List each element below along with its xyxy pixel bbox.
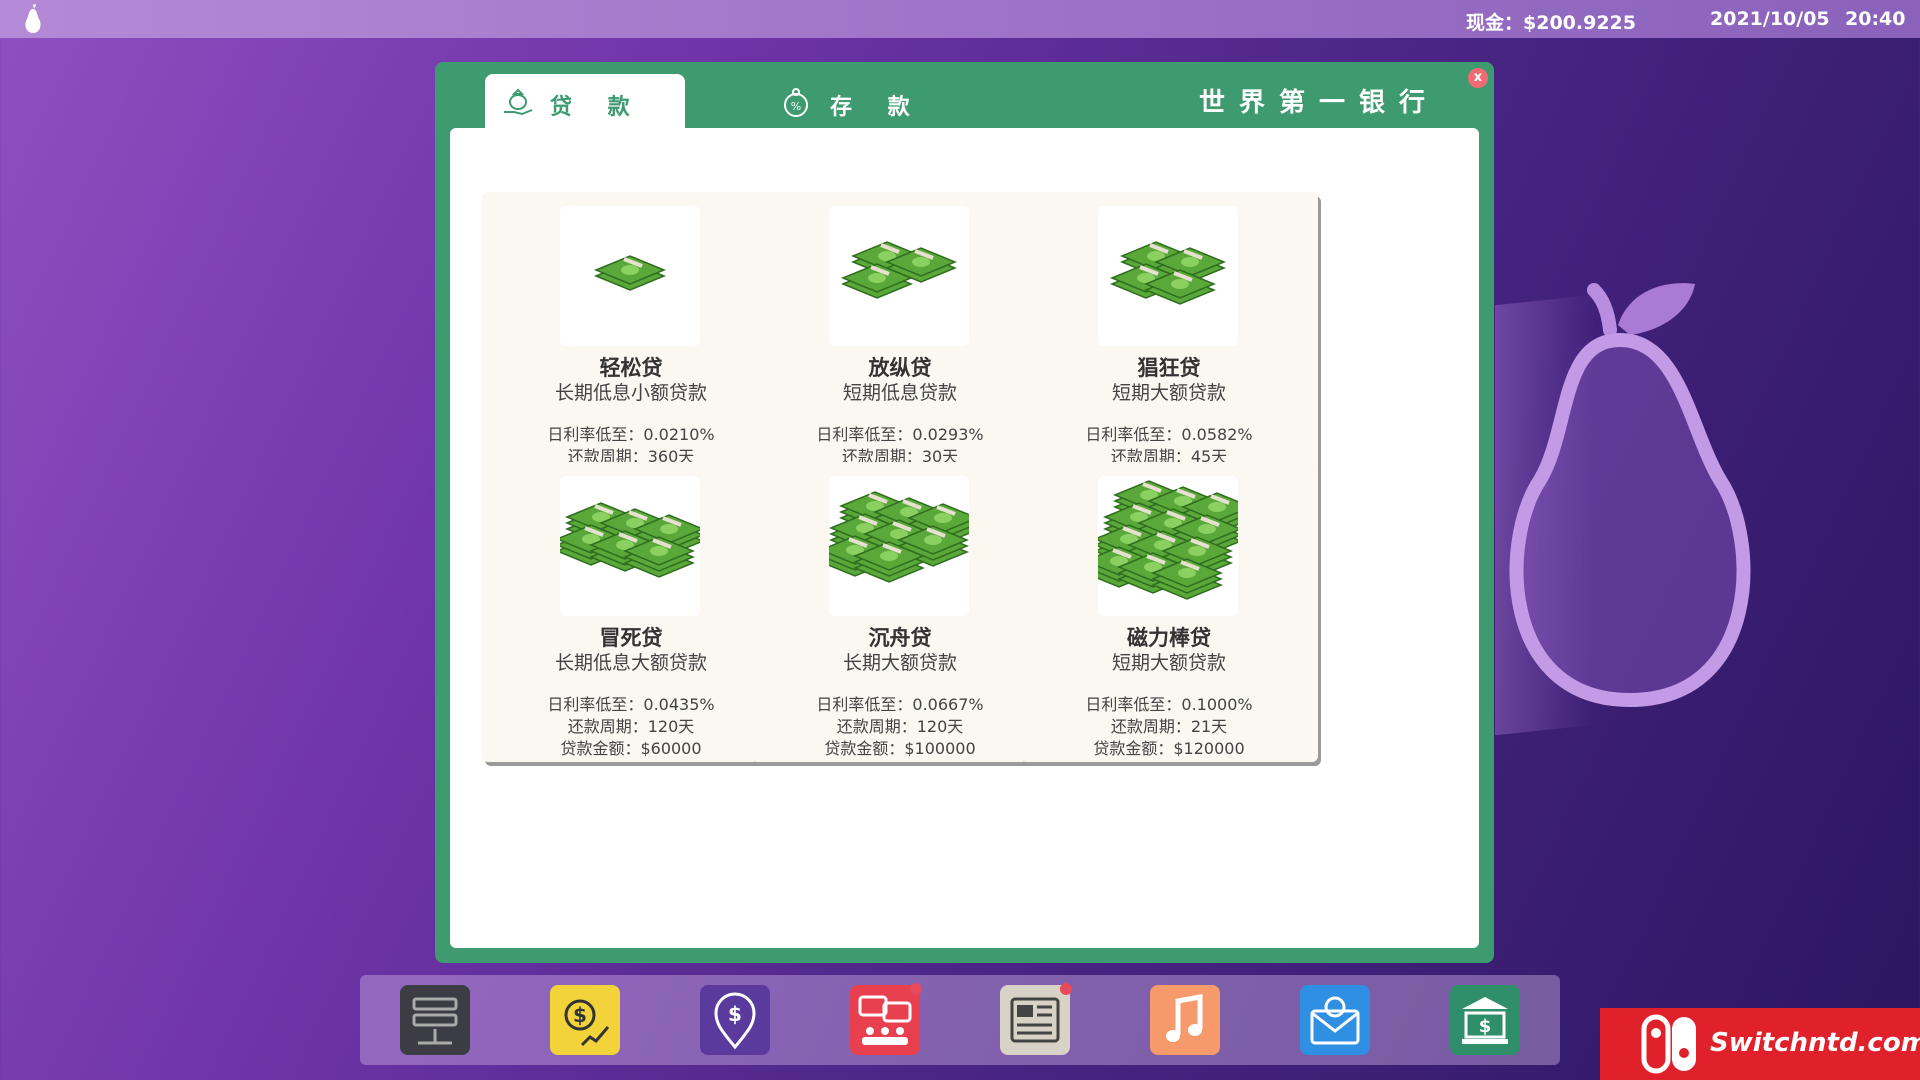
cash-stack-icon <box>1083 476 1253 616</box>
app-dock: $ $ $ <box>360 975 1560 1065</box>
loan-card[interactable]: 轻松贷 长期低息小额贷款 日利率低至：0.0210% 还款周期：360天 贷款金… <box>482 192 780 492</box>
bank-window: 贷 款 % 存 款 世界第一银行 x 轻松贷 长期低息小额贷款 日利率低至：0.… <box>435 62 1494 963</box>
newspaper-icon[interactable] <box>1000 983 1072 1055</box>
switch-logo-icon <box>1641 1014 1696 1074</box>
notification-badge <box>1060 983 1072 995</box>
bank-title: 世界第一银行 <box>1199 88 1440 118</box>
cash-readout: 现金：$200.9225 <box>1466 12 1636 34</box>
loan-rate: 日利率低至：0.1000% <box>1085 695 1253 714</box>
loan-amount: 贷款金额：$60000 <box>560 739 702 758</box>
cash-stack-icon <box>1098 206 1238 346</box>
watermark-text: Switchntd.com <box>1710 1028 1920 1058</box>
loan-card[interactable]: 猖狂贷 短期大额贷款 日利率低至：0.0582% 还款周期：45天 贷款金额：$… <box>1020 192 1318 492</box>
money-bag-hand-icon <box>504 88 533 116</box>
svg-text:%: % <box>791 100 801 113</box>
loan-description: 长期低息小额贷款 <box>554 382 707 404</box>
cash-stack-icon <box>829 206 969 346</box>
svg-text:$: $ <box>728 1002 742 1026</box>
cash-stack-icon <box>560 206 700 346</box>
bank-icon[interactable]: $ <box>1450 985 1520 1055</box>
notification-badge <box>910 983 922 995</box>
loan-panel: 轻松贷 长期低息小额贷款 日利率低至：0.0210% 还款周期：360天 贷款金… <box>450 128 1479 948</box>
loan-rate: 日利率低至：0.0667% <box>816 695 984 714</box>
dollar-chart-icon[interactable]: $ <box>550 985 620 1055</box>
server-icon[interactable] <box>400 985 470 1055</box>
loan-card[interactable]: 冒死贷 长期低息大额贷款 日利率低至：0.0435% 还款周期：120天 贷款金… <box>482 462 780 762</box>
loan-description: 短期大额贷款 <box>1111 652 1226 674</box>
loan-period: 还款周期：21天 <box>1110 717 1228 736</box>
mail-icon[interactable] <box>1300 985 1370 1055</box>
loan-rate: 日利率低至：0.0435% <box>547 695 715 714</box>
loan-description: 短期低息贷款 <box>842 382 957 404</box>
dollar-pin-icon[interactable]: $ <box>700 985 770 1055</box>
loan-period: 还款周期：120天 <box>567 717 695 736</box>
top-status-bar: 现金：$200.9225 2021/10/05 20:40 <box>0 0 1920 38</box>
clock-readout: 20:40 <box>1845 8 1906 30</box>
loan-card[interactable]: 磁力棒贷 短期大额贷款 日利率低至：0.1000% 还款周期：21天 贷款金额：… <box>1020 462 1318 762</box>
piggy-percent-icon: % <box>784 88 808 117</box>
tab-deposit-label: 存 款 <box>830 95 924 120</box>
loan-card[interactable]: 沉舟贷 长期大额贷款 日利率低至：0.0667% 还款周期：120天 贷款金额：… <box>751 462 1049 762</box>
loan-amount: 贷款金额：$120000 <box>1093 739 1245 758</box>
date-readout: 2021/10/05 <box>1710 8 1830 30</box>
loan-period: 还款周期：120天 <box>836 717 964 736</box>
loan-rate: 日利率低至：0.0210% <box>547 425 715 444</box>
loan-rate: 日利率低至：0.0293% <box>816 425 984 444</box>
loan-rate: 日利率低至：0.0582% <box>1085 425 1253 444</box>
loan-description: 短期大额贷款 <box>1111 382 1226 404</box>
cash-stack-icon <box>819 476 979 616</box>
chat-group-icon[interactable] <box>850 983 922 1055</box>
loan-description: 长期大额贷款 <box>842 652 957 674</box>
pear-logo-icon[interactable] <box>20 3 46 35</box>
cash-stack-icon <box>555 476 705 616</box>
pear-wallpaper-icon <box>1509 283 1751 708</box>
svg-text:$: $ <box>1479 1016 1492 1037</box>
loan-amount: 贷款金额：$100000 <box>824 739 976 758</box>
svg-text:$: $ <box>573 1003 587 1027</box>
loan-description: 长期低息大额贷款 <box>554 652 707 674</box>
watermark-banner: Switchntd.com <box>1600 1008 1920 1080</box>
tab-loan-label: 贷 款 <box>550 95 644 120</box>
music-note-icon[interactable] <box>1150 985 1220 1055</box>
loan-card[interactable]: 放纵贷 短期低息贷款 日利率低至：0.0293% 还款周期：30天 贷款金额：$… <box>751 192 1049 492</box>
close-button[interactable]: x <box>1468 68 1488 88</box>
